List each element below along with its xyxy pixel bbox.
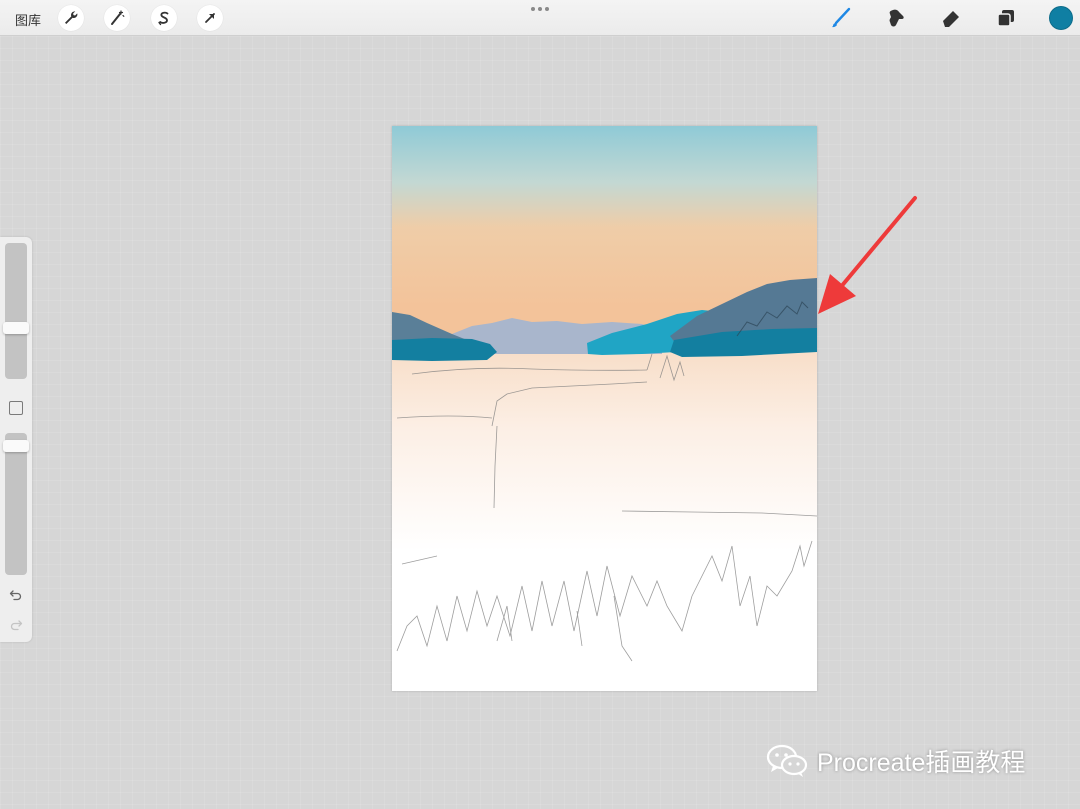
gallery-button[interactable]: 图库	[15, 10, 41, 29]
ellipsis-icon[interactable]	[531, 4, 549, 14]
ground	[392, 341, 817, 691]
color-button[interactable]	[1049, 6, 1073, 30]
adjustments-button[interactable]	[104, 5, 130, 31]
brush-size-thumb[interactable]	[3, 322, 29, 334]
layers-button[interactable]	[993, 5, 1019, 31]
undo-button[interactable]	[6, 587, 26, 603]
watermark-text: Procreate插画教程	[817, 749, 1026, 777]
layers-icon	[997, 10, 1014, 27]
redo-button[interactable]	[6, 617, 26, 633]
transform-button[interactable]	[197, 5, 223, 31]
sidebar	[0, 237, 32, 642]
top-toolbar: 图库	[0, 0, 1080, 36]
eraser-icon	[943, 11, 959, 27]
transform-arrow-icon	[205, 13, 215, 23]
smudge-tool-button[interactable]	[883, 5, 909, 31]
magic-wand-icon	[111, 10, 125, 25]
canvas[interactable]	[392, 126, 817, 691]
wechat-icon	[766, 744, 808, 777]
undo-icon	[9, 590, 22, 601]
selection-button[interactable]	[151, 5, 177, 31]
selection-s-icon	[158, 11, 169, 26]
artwork	[392, 126, 817, 691]
arrow-icon	[818, 196, 917, 314]
smudge-icon	[889, 9, 904, 27]
actions-button[interactable]	[58, 5, 84, 31]
modify-square-icon[interactable]	[9, 401, 23, 415]
wrench-icon	[65, 11, 78, 24]
watermark: Procreate插画教程	[765, 741, 1025, 781]
brush-tool-button[interactable]	[828, 5, 854, 31]
opacity-thumb[interactable]	[3, 440, 29, 452]
opacity-slider[interactable]	[5, 433, 27, 575]
brush-size-slider[interactable]	[5, 243, 27, 379]
redo-icon	[10, 620, 23, 631]
brush-icon	[832, 7, 851, 28]
eraser-tool-button[interactable]	[938, 5, 964, 31]
